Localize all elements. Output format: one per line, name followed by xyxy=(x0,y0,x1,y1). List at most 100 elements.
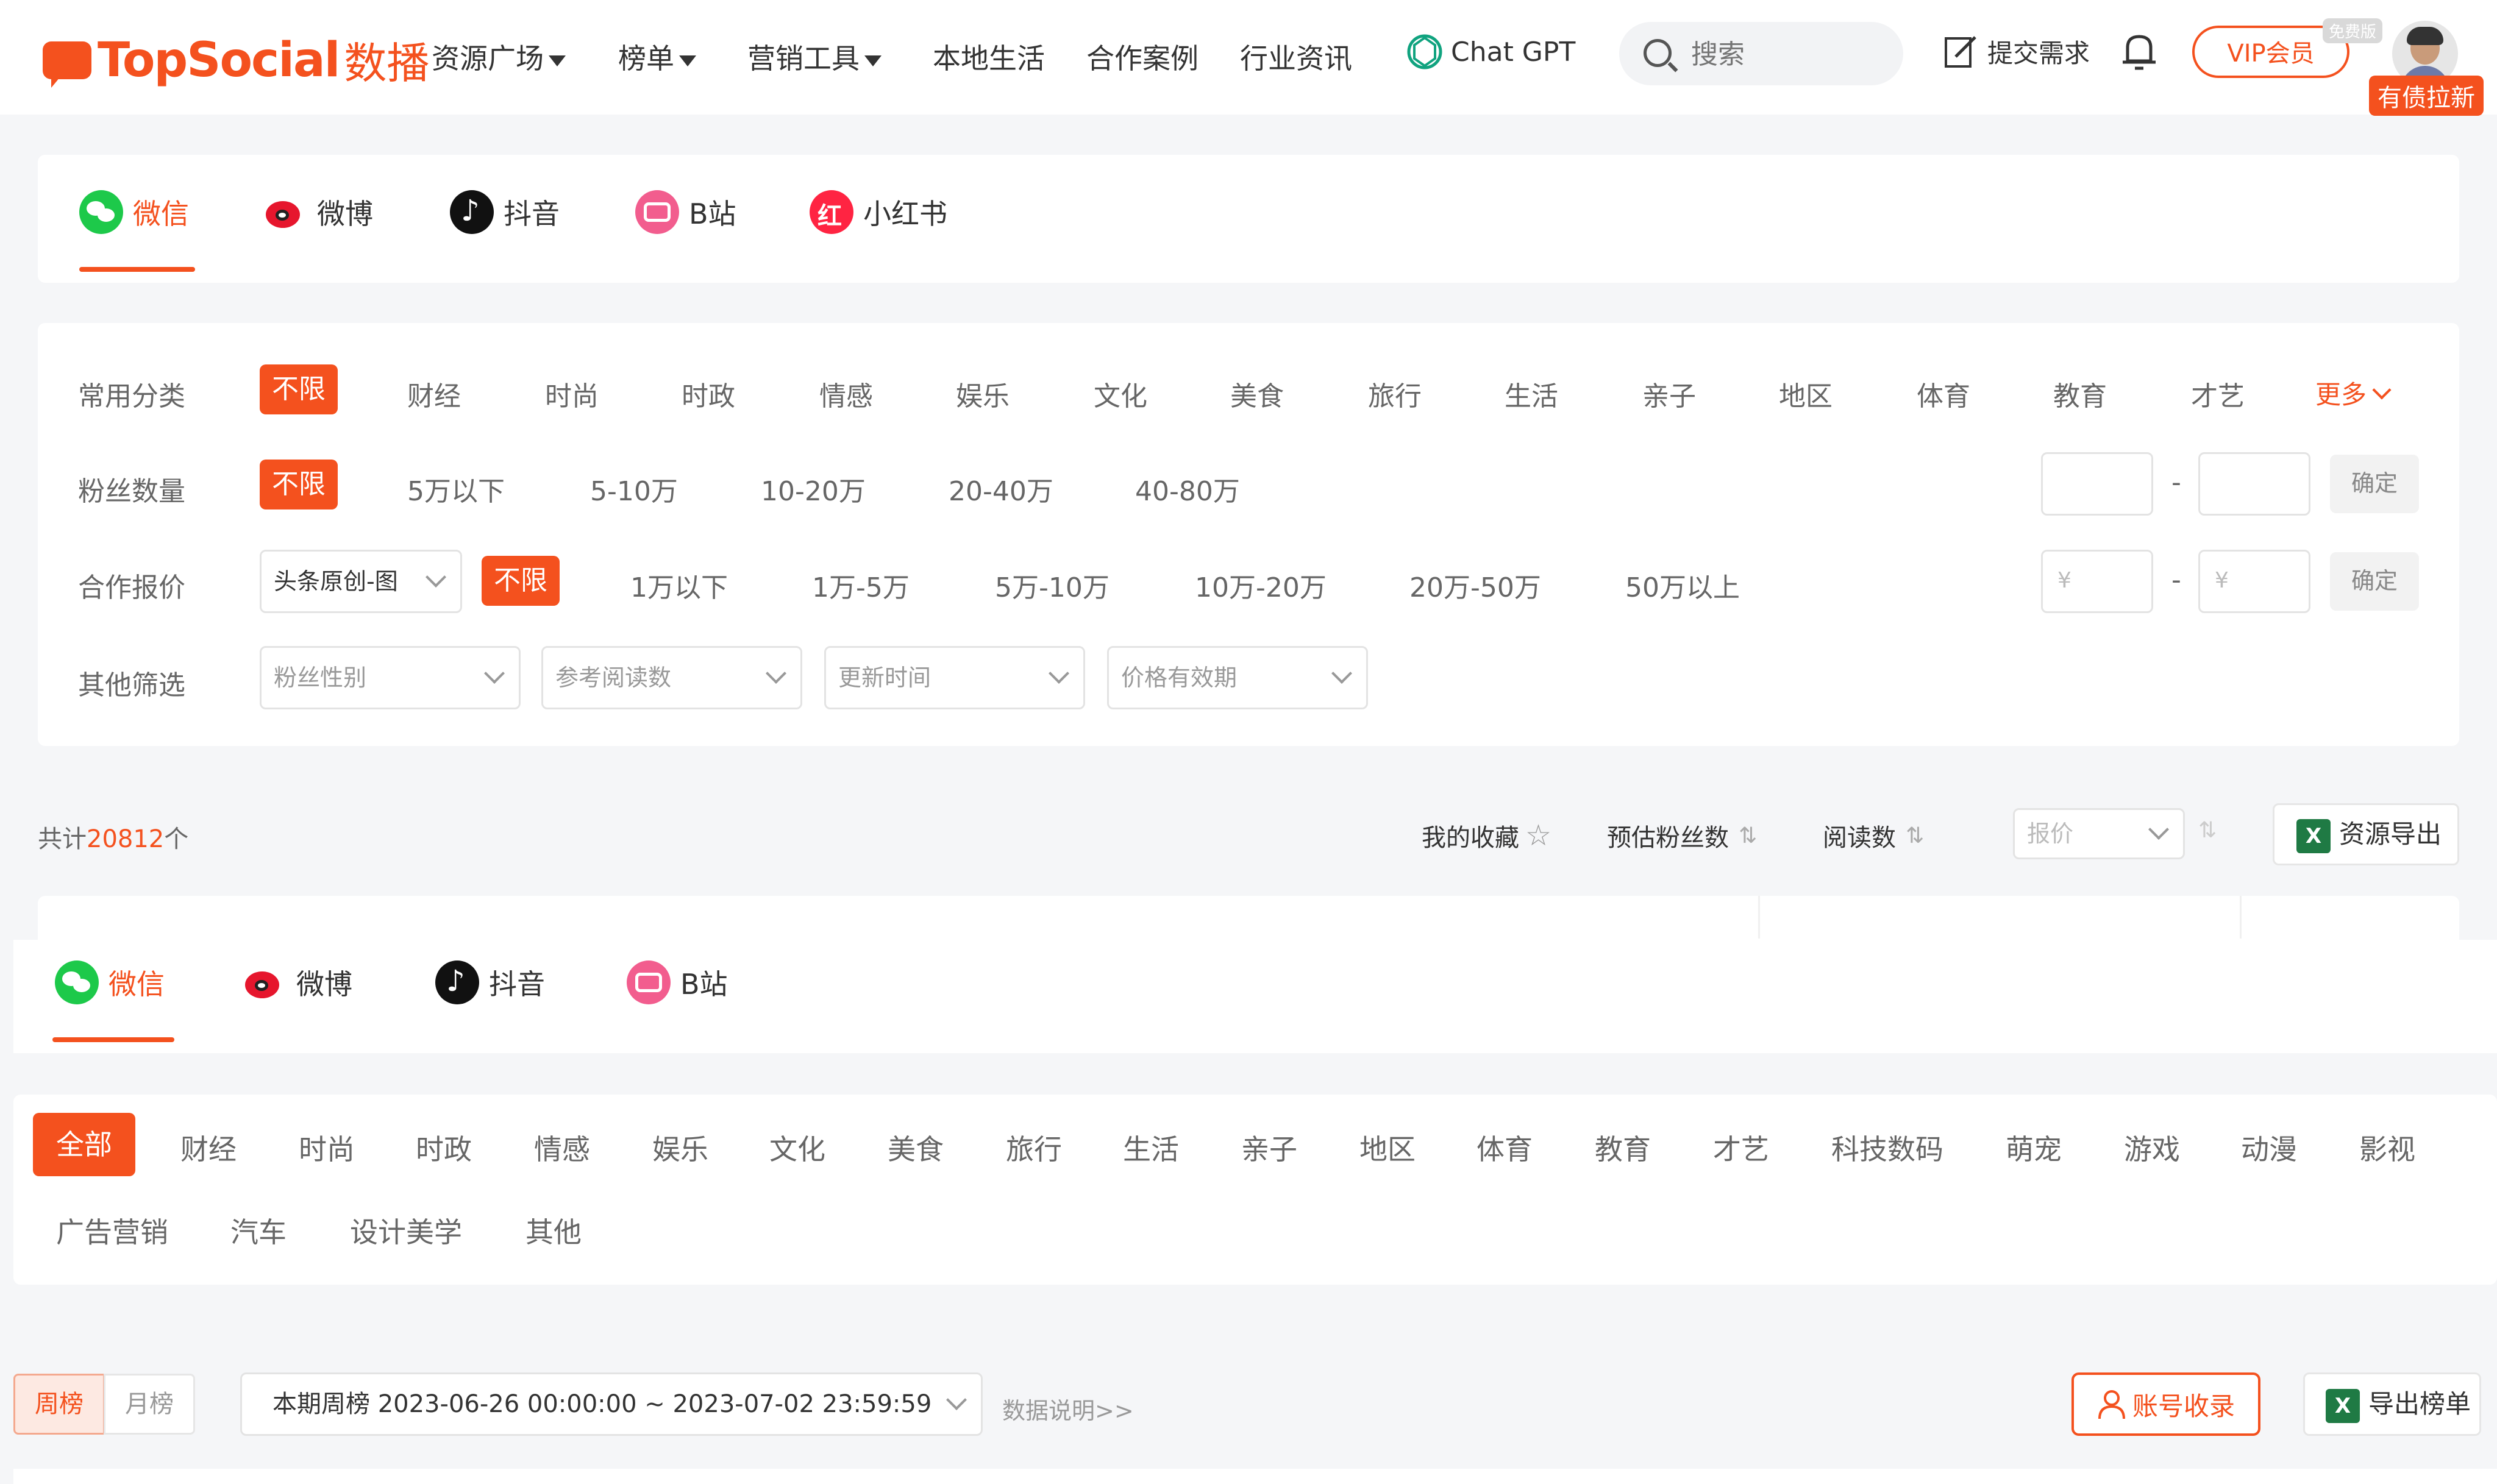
ranking-category[interactable]: 游戏 xyxy=(2124,1127,2180,1168)
fans-option[interactable]: 5万以下 xyxy=(407,469,505,508)
ranking-category[interactable]: 情感 xyxy=(534,1127,590,1168)
ranking-category[interactable]: 时尚 xyxy=(299,1127,355,1168)
ranking-category[interactable]: 文化 xyxy=(769,1127,825,1168)
category-option[interactable]: 美食 xyxy=(1230,374,1284,413)
price-min-input[interactable]: ¥ xyxy=(2041,550,2153,613)
tab-xiaohongshu[interactable]: 小红书 xyxy=(810,190,947,234)
bilibili-icon xyxy=(627,960,671,1004)
price-sort-select[interactable]: 报价 xyxy=(2013,808,2185,859)
ranking-category[interactable]: 科技数码 xyxy=(1831,1127,1943,1168)
price-option-selected[interactable]: 不限 xyxy=(482,556,560,606)
fans-option[interactable]: 10-20万 xyxy=(761,469,866,508)
ranking-category[interactable]: 汽车 xyxy=(230,1210,287,1251)
category-option[interactable]: 时政 xyxy=(682,374,735,413)
sort-reads-button[interactable]: 阅读数 ⇅ xyxy=(1823,818,1924,853)
category-option[interactable]: 娱乐 xyxy=(956,374,1010,413)
category-option[interactable]: 体育 xyxy=(1917,374,1970,413)
chevron-down-icon xyxy=(484,663,505,684)
fans-option[interactable]: 40-80万 xyxy=(1135,469,1240,508)
price-option[interactable]: 1万以下 xyxy=(630,566,728,605)
ranking-category[interactable]: 动漫 xyxy=(2241,1127,2297,1168)
tab-weibo[interactable]: 微博 xyxy=(243,960,352,1004)
fans-confirm-button[interactable]: 确定 xyxy=(2330,455,2419,513)
tab-douyin[interactable]: 抖音 xyxy=(450,190,560,234)
ranking-category[interactable]: 美食 xyxy=(888,1127,944,1168)
category-option[interactable]: 生活 xyxy=(1505,374,1558,413)
category-option[interactable]: 财经 xyxy=(407,374,461,413)
fans-option[interactable]: 5-10万 xyxy=(590,469,678,508)
category-option[interactable]: 亲子 xyxy=(1642,374,1696,413)
nav-industry-news[interactable]: 行业资讯 xyxy=(1240,37,1352,77)
period-tab-monthly[interactable]: 月榜 xyxy=(104,1374,195,1435)
ranking-category[interactable]: 萌宠 xyxy=(2006,1127,2062,1168)
ranking-category[interactable]: 生活 xyxy=(1123,1127,1179,1168)
favorites-button[interactable]: 我的收藏 ☆ xyxy=(1422,818,1551,853)
more-categories-button[interactable]: 更多 xyxy=(2315,374,2392,411)
category-option[interactable]: 旅行 xyxy=(1368,374,1422,413)
nav-marketing-tools[interactable]: 营销工具 xyxy=(747,37,882,77)
price-option[interactable]: 1万-5万 xyxy=(812,566,910,605)
bell-icon[interactable] xyxy=(2120,30,2158,73)
nav-local-life[interactable]: 本地生活 xyxy=(933,37,1045,77)
search-input[interactable] xyxy=(1690,38,1887,71)
category-option[interactable]: 文化 xyxy=(1094,374,1147,413)
period-range-select[interactable]: 本期周榜 2023-06-26 00:00:00 ~ 2023-07-02 23… xyxy=(240,1372,983,1436)
account-include-button[interactable]: 账号收录 xyxy=(2071,1372,2260,1436)
category-option[interactable]: 才艺 xyxy=(2191,374,2245,413)
tab-douyin[interactable]: 抖音 xyxy=(435,960,545,1004)
fans-option-selected[interactable]: 不限 xyxy=(260,460,338,509)
price-option[interactable]: 20万-50万 xyxy=(1409,566,1541,605)
ranking-category[interactable]: 旅行 xyxy=(1006,1127,1062,1168)
period-range-value: 本期周榜 2023-06-26 00:00:00 ~ 2023-07-02 23… xyxy=(272,1390,932,1418)
category-option[interactable]: 时尚 xyxy=(545,374,599,413)
ranking-category[interactable]: 其他 xyxy=(525,1210,582,1251)
sort-fans-button[interactable]: 预估粉丝数 ⇅ xyxy=(1607,818,1757,853)
ranking-category[interactable]: 影视 xyxy=(2359,1127,2415,1168)
ranking-category-selected[interactable]: 全部 xyxy=(33,1113,135,1176)
tab-weibo[interactable]: 微博 xyxy=(263,190,373,234)
ranking-category[interactable]: 才艺 xyxy=(1713,1127,1769,1168)
ranking-category[interactable]: 时政 xyxy=(416,1127,472,1168)
ranking-category[interactable]: 亲子 xyxy=(1241,1127,1297,1168)
ranking-category[interactable]: 地区 xyxy=(1359,1127,1416,1168)
ranking-category[interactable]: 教育 xyxy=(1595,1127,1651,1168)
price-type-select[interactable]: 头条原创-图 xyxy=(260,550,462,613)
reads-select[interactable]: 参考阅读数 xyxy=(541,646,802,709)
fans-max-input[interactable] xyxy=(2198,452,2310,516)
price-option[interactable]: 5万-10万 xyxy=(995,566,1110,605)
search-box[interactable] xyxy=(1619,22,1903,85)
price-option[interactable]: 10万-20万 xyxy=(1195,566,1327,605)
nav-cases[interactable]: 合作案例 xyxy=(1086,37,1199,77)
export-ranking-button[interactable]: X 导出榜单 xyxy=(2303,1372,2481,1436)
update-time-select[interactable]: 更新时间 xyxy=(824,646,1085,709)
sort-icon[interactable]: ⇅ xyxy=(2198,818,2217,843)
category-option-selected[interactable]: 不限 xyxy=(260,364,338,414)
price-validity-select[interactable]: 价格有效期 xyxy=(1107,646,1368,709)
ranking-category[interactable]: 娱乐 xyxy=(652,1127,708,1168)
fans-gender-select[interactable]: 粉丝性别 xyxy=(260,646,521,709)
period-tab-weekly[interactable]: 周榜 xyxy=(13,1374,105,1435)
ranking-category[interactable]: 广告营销 xyxy=(56,1210,168,1251)
category-option[interactable]: 教育 xyxy=(2053,374,2107,413)
fans-option[interactable]: 20-40万 xyxy=(949,469,1053,508)
tab-wechat[interactable]: 微信 xyxy=(79,190,189,234)
tab-bilibili[interactable]: B站 xyxy=(635,190,736,234)
category-option[interactable]: 地区 xyxy=(1779,374,1833,413)
nav-rankings[interactable]: 榜单 xyxy=(618,37,696,77)
price-confirm-button[interactable]: 确定 xyxy=(2330,552,2419,611)
fans-min-input[interactable] xyxy=(2041,452,2153,516)
tab-wechat[interactable]: 微信 xyxy=(55,960,165,1004)
category-option[interactable]: 情感 xyxy=(819,374,873,413)
submit-request-button[interactable]: 提交需求 xyxy=(1942,33,2090,70)
nav-chatgpt[interactable]: Chat GPT xyxy=(1403,30,1575,73)
nav-resource-square[interactable]: 资源广场 xyxy=(432,37,566,77)
ranking-category[interactable]: 体育 xyxy=(1476,1127,1533,1168)
logo[interactable]: TopSocial 数播 xyxy=(43,29,429,91)
price-option[interactable]: 50万以上 xyxy=(1625,566,1740,605)
ranking-category[interactable]: 设计美学 xyxy=(350,1210,462,1251)
price-max-input[interactable]: ¥ xyxy=(2198,550,2310,613)
data-explanation-link[interactable]: 数据说明>> xyxy=(1002,1392,1134,1425)
resource-export-button[interactable]: X 资源导出 xyxy=(2273,803,2459,865)
ranking-category[interactable]: 财经 xyxy=(180,1127,237,1168)
tab-bilibili[interactable]: B站 xyxy=(627,960,728,1004)
